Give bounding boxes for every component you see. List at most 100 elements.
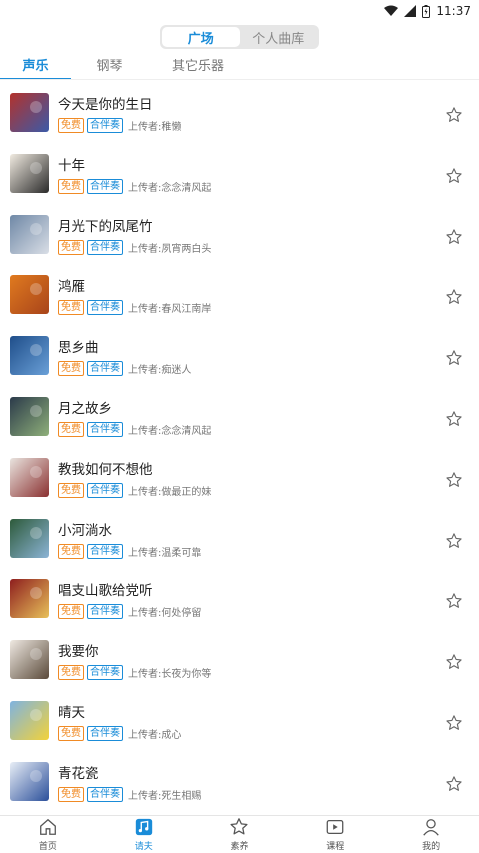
favorite-star-icon[interactable]: [445, 349, 463, 367]
song-row[interactable]: 月之故乡 免费 合伴奏 上传者:念念清风起: [0, 390, 479, 451]
uploader-label: 上传者:做最正的妹: [128, 486, 212, 498]
song-title: 思乡曲: [58, 340, 99, 357]
song-row[interactable]: 晴天免费 合伴奏 上传者:成心: [0, 694, 479, 755]
song-meta: 免费 合伴奏 上传者:温柔可靠: [58, 543, 201, 559]
free-tag: 免费: [58, 239, 84, 255]
accompaniment-tag: 合伴奏: [87, 118, 123, 133]
song-row[interactable]: 青花瓷免费 合伴奏 上传者:死生相赐: [0, 755, 479, 816]
nav-item-user[interactable]: 我的: [383, 816, 479, 853]
tab-divider: [0, 79, 479, 80]
song-row[interactable]: 思乡曲免费 合伴奏 上传者:痴迷人: [0, 329, 479, 390]
song-row[interactable]: 十年免费 合伴奏 上传者:念念清风起: [0, 147, 479, 208]
song-meta: 免费 合伴奏 上传者:成心: [58, 725, 181, 741]
uploader-label: 上传者:死生相赐: [128, 790, 202, 802]
status-time: 11:37: [436, 4, 471, 18]
song-title: 我要你: [58, 644, 99, 661]
song-cover-image: [10, 336, 49, 376]
tab-other-instruments[interactable]: 其它乐器: [157, 56, 239, 80]
accompaniment-tag: 合伴奏: [87, 178, 123, 194]
free-tag: 免费: [58, 118, 84, 133]
library-segment: 广场 个人曲库: [160, 25, 319, 49]
song-title: 鸿雁: [58, 279, 85, 296]
free-tag: 免费: [58, 361, 84, 377]
favorite-star-icon[interactable]: [445, 228, 463, 246]
video-play-icon: [326, 820, 344, 834]
song-list: 今天是你的生日 免费 合伴奏 上传者:稚懒 十年 免费 合伴奏 上传者:念念清风起 月光下的凤尾…: [0, 86, 479, 816]
song-title: 小河淌水: [58, 522, 112, 539]
category-tabs: 声乐 钢琴 其它乐器: [0, 56, 479, 80]
song-row[interactable]: 今天是你的生日 免费 合伴奏 上传者:稚懒: [0, 86, 479, 147]
tab-piano[interactable]: 钢琴: [74, 56, 145, 80]
song-meta: 免费 合伴奏 上传者:念念清风起: [58, 178, 211, 194]
accompaniment-tag: 合伴奏: [87, 725, 123, 741]
nav-item-star-badge[interactable]: 素养: [192, 816, 288, 853]
free-tag: 免费: [58, 725, 84, 741]
song-title: 晴天: [58, 704, 85, 721]
song-meta: 免费 合伴奏 上传者:念念清风起: [58, 421, 212, 437]
free-tag: 免费: [58, 665, 84, 681]
free-tag: 免费: [58, 421, 84, 437]
favorite-star-icon[interactable]: [445, 775, 463, 793]
song-meta: 免费 合伴奏 上传者:何处停留: [58, 604, 201, 620]
free-tag: 免费: [58, 178, 84, 194]
signal-icon: [404, 5, 417, 17]
wifi-icon: [384, 5, 399, 16]
song-meta: 免费 合伴奏 上传者:死生相赐: [58, 786, 202, 802]
song-meta: 免费 合伴奏 上传者:痴迷人: [58, 361, 192, 377]
song-title: 教我如何不想他: [58, 461, 153, 478]
nav-item-home[interactable]: 首页: [0, 816, 96, 853]
accompaniment-tag: 合伴奏: [87, 665, 123, 681]
free-tag: 免费: [58, 300, 84, 316]
song-meta: 免费 合伴奏 上传者:春风江南岸: [58, 300, 212, 316]
favorite-star-icon[interactable]: [445, 106, 463, 124]
nav-item-video-play[interactable]: 课程: [287, 816, 383, 853]
favorite-star-icon[interactable]: [445, 410, 463, 428]
song-row[interactable]: 教我如何不想他 免费 合伴奏 上传者:做最正的妹: [0, 451, 479, 512]
song-row[interactable]: 小河淌水免费 合伴奏 上传者:温柔可靠: [0, 512, 479, 573]
tab-vocal[interactable]: 声乐: [0, 56, 71, 80]
song-cover-image: [10, 153, 49, 193]
accompaniment-tag: 合伴奏: [87, 421, 123, 437]
favorite-star-icon[interactable]: [445, 167, 463, 185]
accompaniment-tag: 合伴奏: [87, 786, 123, 802]
song-cover-image: [10, 93, 49, 132]
song-title: 青花瓷: [58, 765, 99, 782]
favorite-star-icon[interactable]: [445, 653, 463, 671]
favorite-star-icon[interactable]: [445, 288, 463, 306]
song-cover-image: [10, 518, 49, 558]
favorite-star-icon[interactable]: [445, 714, 463, 732]
free-tag: 免费: [58, 786, 84, 802]
song-title: 月光下的凤尾竹: [58, 218, 153, 235]
accompaniment-tag: 合伴奏: [87, 543, 123, 559]
song-title: 唱支山歌给党听: [58, 583, 153, 600]
song-cover-image: [10, 700, 49, 740]
uploader-label: 上传者:夙宵两白头: [128, 243, 212, 255]
song-row[interactable]: 唱支山歌给党听免费 合伴奏 上传者:何处停留: [0, 572, 479, 633]
segment-personal-library[interactable]: 个人曲库: [240, 27, 318, 47]
song-row[interactable]: 我要你免费 合伴奏 上传者:长夜为你等: [0, 633, 479, 694]
uploader-label: 上传者:念念清风起: [128, 425, 212, 437]
nav-item-music-note[interactable]: 请夫: [96, 816, 192, 853]
song-row[interactable]: 月光下的凤尾竹 免费 合伴奏 上传者:夙宵两白头: [0, 208, 479, 269]
favorite-star-icon[interactable]: [445, 471, 463, 489]
song-cover-image: [10, 396, 49, 436]
free-tag: 免费: [58, 482, 84, 498]
bottom-nav: 首页 请夫 素养 课程 我的: [0, 815, 479, 853]
favorite-star-icon[interactable]: [445, 532, 463, 550]
accompaniment-tag: 合伴奏: [87, 361, 123, 377]
song-cover-image: [10, 761, 49, 801]
segment-plaza[interactable]: 广场: [162, 27, 240, 47]
favorite-star-icon[interactable]: [445, 592, 463, 610]
uploader-label: 上传者:痴迷人: [128, 365, 192, 377]
uploader-label: 上传者:长夜为你等: [128, 669, 212, 681]
song-row[interactable]: 鸿雁免费 合伴奏 上传者:春风江南岸: [0, 268, 479, 329]
song-meta: 免费 合伴奏 上传者:稚懒: [58, 118, 181, 133]
music-note-icon: [135, 818, 152, 836]
uploader-label: 上传者:春风江南岸: [128, 304, 212, 316]
song-meta: 免费 合伴奏 上传者:长夜为你等: [58, 665, 212, 681]
star-badge-icon: [230, 818, 249, 835]
song-title: 十年: [58, 157, 85, 174]
accompaniment-tag: 合伴奏: [87, 482, 123, 498]
status-bar: 11:37: [0, 0, 479, 22]
uploader-label: 上传者:稚懒: [128, 122, 182, 133]
